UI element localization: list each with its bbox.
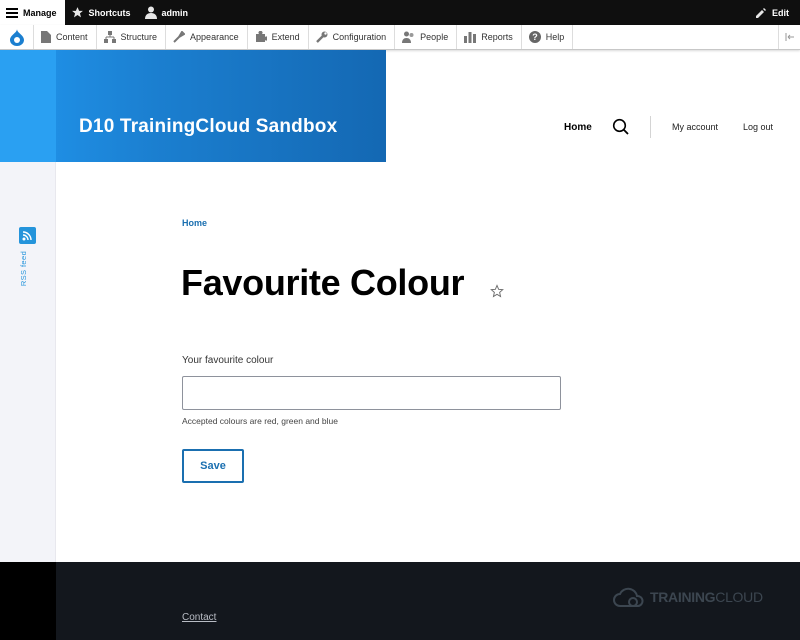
star-icon xyxy=(71,7,83,18)
menu-item-help[interactable]: ? Help xyxy=(522,25,574,49)
edit-tab[interactable]: Edit xyxy=(749,0,800,25)
logo-word-training: TRAINING xyxy=(650,589,716,605)
site-name-link[interactable]: D10 TrainingCloud Sandbox xyxy=(79,116,337,138)
favourite-colour-input[interactable] xyxy=(182,376,561,410)
main-navigation: Home My account Log out xyxy=(386,50,800,162)
add-shortcut-star-button[interactable] xyxy=(490,284,504,298)
menu-item-content[interactable]: Content xyxy=(34,25,97,49)
help-icon: ? xyxy=(528,31,541,43)
configuration-icon xyxy=(315,31,328,43)
save-button[interactable]: Save xyxy=(182,449,244,483)
collapse-arrow-icon xyxy=(785,33,794,41)
menu-item-people[interactable]: People xyxy=(395,25,458,49)
rss-feed-label-wrap: RSS feed xyxy=(14,251,42,292)
footer-contact-link[interactable]: Contact xyxy=(182,612,216,623)
rss-icon xyxy=(22,231,32,241)
search-icon xyxy=(612,118,629,135)
cloud-logo-icon xyxy=(613,587,644,607)
manage-tab[interactable]: Manage xyxy=(0,0,65,25)
site-branding: D10 TrainingCloud Sandbox xyxy=(0,50,386,162)
menu-item-label: Help xyxy=(545,32,565,42)
content-icon xyxy=(41,31,51,43)
extend-icon xyxy=(255,31,267,42)
nav-home-link[interactable]: Home xyxy=(564,122,592,133)
menu-item-extend[interactable]: Extend xyxy=(248,25,309,49)
favourite-colour-label: Your favourite colour xyxy=(182,355,274,366)
admin-menu-tray: Content Structure Appearance Extend Conf… xyxy=(0,25,800,50)
shortcuts-tab[interactable]: Shortcuts xyxy=(65,0,139,25)
favourite-colour-description: Accepted colours are red, green and blue xyxy=(182,416,338,426)
menu-item-structure[interactable]: Structure xyxy=(97,25,167,49)
appearance-icon xyxy=(173,31,186,43)
menu-item-label: Configuration xyxy=(332,32,387,42)
my-account-link[interactable]: My account xyxy=(672,122,718,132)
menu-item-label: People xyxy=(420,32,449,42)
menu-item-appearance[interactable]: Appearance xyxy=(166,25,248,49)
menu-item-label: Structure xyxy=(120,32,158,42)
drupal-logo-link[interactable] xyxy=(0,25,34,49)
pencil-icon xyxy=(756,7,766,18)
search-button[interactable] xyxy=(612,118,630,136)
social-sidebar: RSS feed xyxy=(0,162,56,562)
logo-word-cloud: CLOUD xyxy=(715,589,763,605)
toolbar-orientation-toggle[interactable] xyxy=(778,25,800,49)
trainingcloud-logo: TRAININGCLOUD xyxy=(613,584,763,610)
star-outline-icon xyxy=(490,284,504,298)
admin-toolbar: Manage Shortcuts admin Edit xyxy=(0,0,800,25)
user-tab[interactable]: admin xyxy=(139,0,197,25)
hamburger-icon xyxy=(6,7,18,18)
edit-label: Edit xyxy=(772,7,789,18)
menu-item-reports[interactable]: Reports xyxy=(457,25,522,49)
nav-divider xyxy=(650,116,651,138)
reports-icon xyxy=(464,32,477,43)
people-icon xyxy=(402,31,414,43)
menu-item-label: Extend xyxy=(271,32,300,42)
site-header: D10 TrainingCloud Sandbox Home My accoun… xyxy=(0,50,800,162)
page-title: Favourite Colour xyxy=(181,262,465,303)
svg-text:?: ? xyxy=(532,32,538,42)
manage-label: Manage xyxy=(23,7,57,18)
menu-item-label: Appearance xyxy=(190,32,239,42)
structure-icon xyxy=(103,31,116,43)
menu-item-label: Content xyxy=(56,32,88,42)
breadcrumb-home-link[interactable]: Home xyxy=(182,218,207,228)
site-footer: Contact TRAININGCLOUD xyxy=(0,562,800,640)
rss-feed-label[interactable]: RSS feed xyxy=(19,251,28,286)
log-out-link[interactable]: Log out xyxy=(743,122,773,132)
drupal-drop-icon xyxy=(9,28,24,46)
user-label: admin xyxy=(161,7,189,18)
menu-item-label: Reports xyxy=(481,32,513,42)
shortcuts-label: Shortcuts xyxy=(88,7,131,18)
menu-item-configuration[interactable]: Configuration xyxy=(309,25,396,49)
user-icon xyxy=(144,6,157,19)
rss-feed-button[interactable] xyxy=(19,227,36,244)
